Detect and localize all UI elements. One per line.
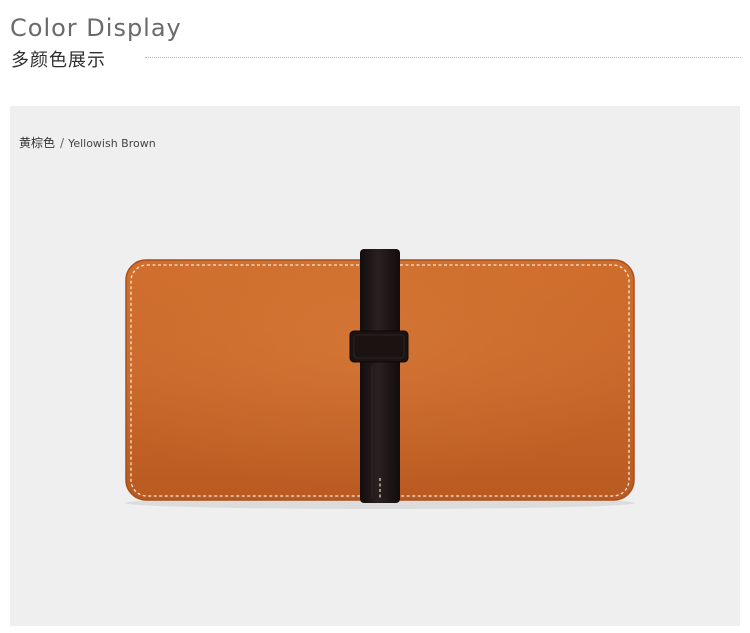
strap-loop — [349, 330, 409, 363]
section-header: Color Display 多颜色展示 — [0, 0, 750, 80]
product-photo: 黄棕色 / Yellowish Brown — [10, 106, 740, 626]
wallet-image — [125, 249, 635, 509]
wallet-strap — [360, 249, 400, 503]
header-divider — [145, 57, 741, 58]
section-title-cn: 多颜色展示 — [11, 50, 106, 71]
section-title-en: Color Display — [10, 14, 182, 42]
